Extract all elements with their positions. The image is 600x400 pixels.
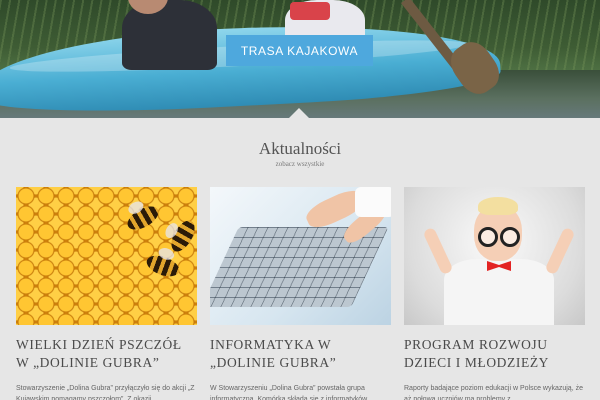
news-card-it[interactable]: INFORMATYKA W „DOLINIE GUBRA” W Stowarzy…: [210, 187, 391, 400]
news-title-line: W „DOLINIE GUBRA”: [16, 355, 160, 370]
news-excerpt: Raporty badające poziom edukacji w Polsc…: [404, 385, 583, 400]
keyboard-icon: [210, 227, 389, 307]
bee-icon: [123, 198, 163, 235]
news-title-line: DZIECI I MŁODZIEŻY: [404, 355, 550, 370]
bee-icon: [143, 246, 183, 281]
news-excerpt: W Stowarzyszeniu „Dolina Gubra” powstała…: [210, 385, 369, 400]
news-title-line: „DOLINIE GUBRA”: [210, 355, 337, 370]
boy-hair: [478, 197, 518, 215]
hero-banner: TRASA KAJAKOWA: [0, 0, 600, 118]
news-card-kids[interactable]: PROGRAM ROZWOJU DZIECI I MŁODZIEŻY Rapor…: [404, 187, 585, 400]
bee-image[interactable]: [16, 187, 197, 325]
glasses-icon: [500, 227, 520, 247]
news-excerpt: Stowarzyszenie „Dolina Gubra” przyłączył…: [16, 385, 195, 400]
boy-image[interactable]: [404, 187, 585, 325]
paddler-back-vest: [290, 2, 330, 20]
news-title[interactable]: PROGRAM ROZWOJU DZIECI I MŁODZIEŻY: [404, 336, 585, 372]
hero-notch: [289, 108, 309, 118]
sleeve-icon: [355, 187, 391, 217]
news-heading: Aktualności: [258, 139, 342, 158]
news-title[interactable]: INFORMATYKA W „DOLINIE GUBRA”: [210, 336, 391, 372]
news-title-line: PROGRAM ROZWOJU: [404, 337, 548, 352]
see-all-link[interactable]: zobacz wszystkie: [0, 160, 600, 168]
glasses-icon: [478, 227, 498, 247]
boy-shirt: [444, 259, 554, 325]
news-title-line: INFORMATYKA W: [210, 337, 332, 352]
news-title-line: WIELKI DZIEŃ PSZCZÓŁ: [16, 337, 182, 352]
news-card-bees[interactable]: WIELKI DZIEŃ PSZCZÓŁ W „DOLINIE GUBRA” S…: [16, 187, 197, 400]
kayak-trail-button[interactable]: TRASA KAJAKOWA: [226, 35, 373, 66]
boy-arm-right: [544, 226, 576, 276]
laptop-image[interactable]: [210, 187, 391, 325]
news-title[interactable]: WIELKI DZIEŃ PSZCZÓŁ W „DOLINIE GUBRA”: [16, 336, 197, 372]
boy-arm-left: [422, 226, 454, 276]
